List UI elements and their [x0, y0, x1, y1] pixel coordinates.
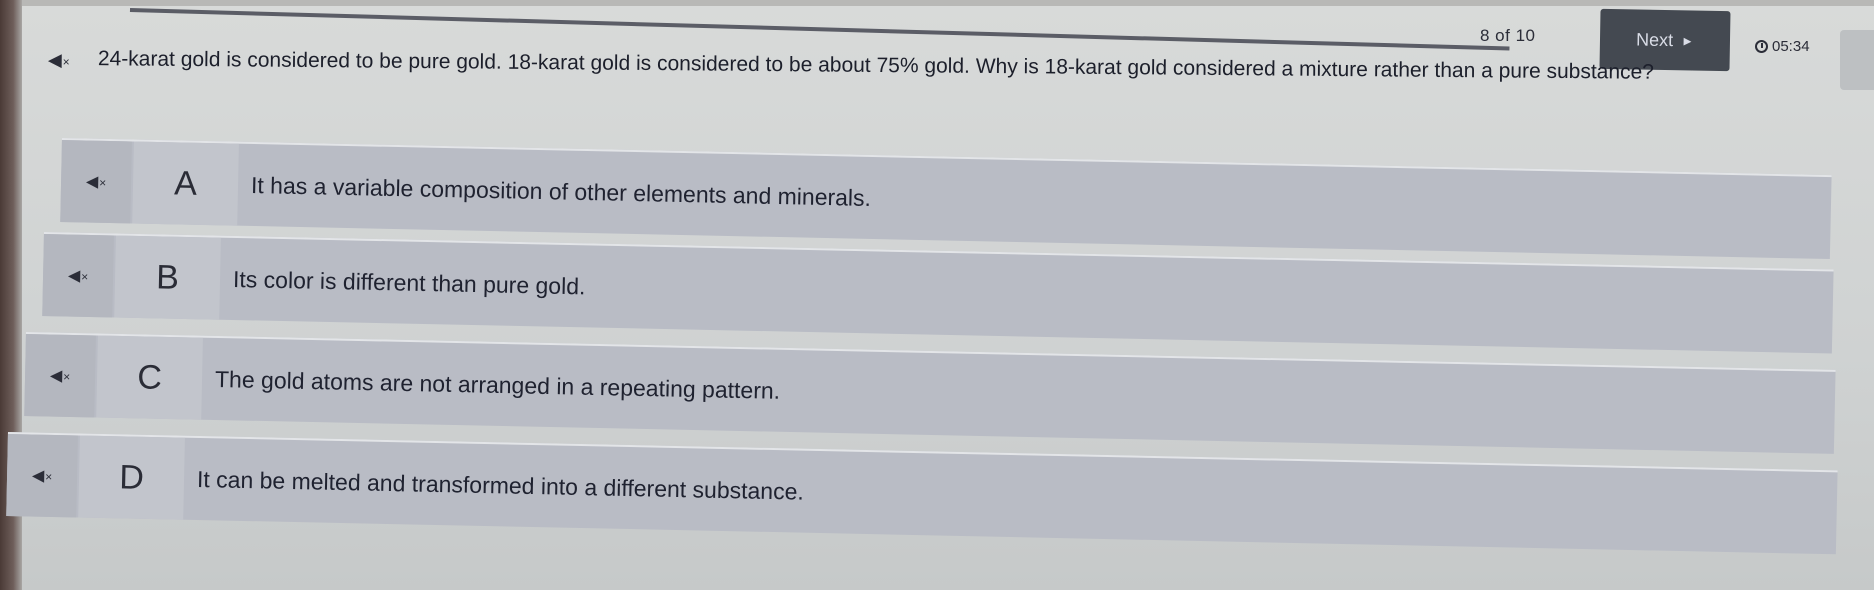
timer: 05:34: [1755, 38, 1810, 55]
speaker-muted-icon[interactable]: ◀×: [6, 433, 78, 518]
option-letter: A: [132, 141, 239, 226]
option-letter: C: [96, 335, 203, 420]
option-letter: B: [114, 235, 221, 320]
question-progress: 8 of 10: [1480, 26, 1536, 45]
speaker-muted-icon[interactable]: ◀×: [60, 139, 132, 224]
play-arrow-icon: ►: [1680, 32, 1695, 49]
header-divider: [129, 8, 1510, 51]
option-letter: D: [78, 435, 185, 520]
timer-value: 05:34: [1772, 38, 1810, 55]
next-label: Next: [1635, 28, 1674, 50]
speaker-muted-icon[interactable]: ◀×: [24, 333, 96, 418]
speaker-muted-icon[interactable]: ◀×: [42, 233, 114, 318]
speaker-muted-icon[interactable]: ◀×: [48, 50, 70, 71]
clock-icon: [1755, 40, 1768, 53]
